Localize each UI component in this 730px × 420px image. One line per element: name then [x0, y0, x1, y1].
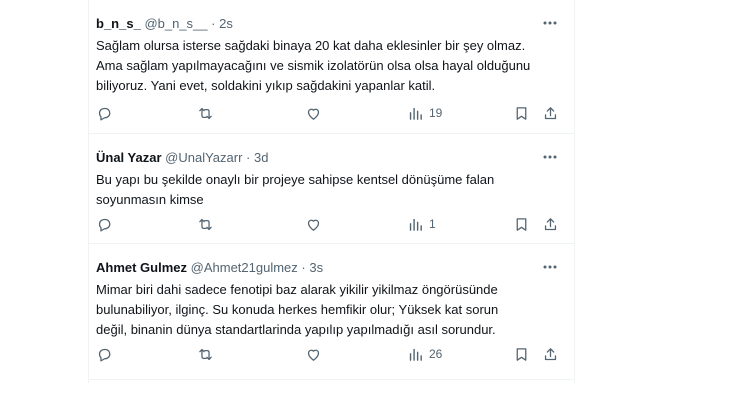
tweet-header: Ünal Yazar @UnalYazarr · 3d	[96, 149, 564, 167]
tweet-header: b_n_s_ @b_n_s__ · 2s	[96, 15, 564, 33]
reply-button[interactable]	[96, 214, 113, 234]
separator-dot: ·	[246, 150, 251, 165]
separator-dot: ·	[301, 260, 306, 275]
reply-icon	[98, 107, 111, 121]
bookmark-icon	[516, 347, 527, 361]
share-button[interactable]	[542, 344, 559, 364]
views-count: 1	[429, 217, 436, 231]
share-icon	[544, 106, 557, 119]
bookmark-button[interactable]	[513, 103, 530, 123]
tweet-actions: 26	[89, 344, 574, 364]
tweet-text: Mimar biri dahi sadece fenotipi baz alar…	[96, 282, 499, 337]
retweet-icon	[199, 218, 212, 230]
views-button[interactable]: 26	[407, 344, 442, 364]
tweet-text: Sağlam olursa isterse sağdaki binaya 20 …	[96, 38, 531, 93]
more-dots-icon[interactable]	[542, 16, 558, 30]
bookmark-icon	[516, 106, 527, 120]
tweet-card[interactable]: b_n_s_ @b_n_s__ · 2s Sağlam olursa ister…	[89, 0, 574, 134]
views-icon	[409, 107, 422, 120]
views-button[interactable]: 1	[407, 214, 436, 234]
tweet-header: Ahmet Gulmez @Ahmet21gulmez · 3s	[96, 259, 564, 277]
tweet-text: Bu yapı bu şekilde onaylı bir projeye sa…	[96, 172, 495, 207]
author-handle[interactable]: @UnalYazarr	[165, 150, 242, 165]
tweet-time[interactable]: 3d	[254, 150, 268, 165]
retweet-button[interactable]	[197, 103, 214, 123]
views-icon	[409, 218, 422, 231]
views-button[interactable]: 19	[407, 103, 442, 123]
bookmark-icon	[516, 217, 527, 231]
heart-icon	[307, 219, 320, 231]
bookmark-button[interactable]	[513, 344, 530, 364]
author-handle[interactable]: @b_n_s__	[144, 16, 207, 31]
retweet-button[interactable]	[197, 214, 214, 234]
share-button[interactable]	[542, 214, 559, 234]
reply-button[interactable]	[96, 344, 113, 364]
author-name[interactable]: Ahmet Gulmez	[96, 260, 187, 275]
heart-icon	[307, 349, 320, 361]
views-count: 19	[429, 106, 443, 120]
share-button[interactable]	[542, 103, 559, 123]
tweet-actions: 1	[89, 214, 574, 234]
share-icon	[544, 217, 557, 230]
reply-feed: b_n_s_ @b_n_s__ · 2s Sağlam olursa ister…	[88, 0, 575, 383]
retweet-button[interactable]	[197, 344, 214, 364]
reply-icon	[98, 218, 111, 232]
retweet-icon	[199, 107, 212, 119]
like-button[interactable]	[305, 103, 322, 123]
views-icon	[409, 348, 422, 361]
separator-dot: ·	[211, 16, 216, 31]
author-name[interactable]: Ünal Yazar	[96, 150, 162, 165]
tweet-card[interactable]: Ahmet Gulmez @Ahmet21gulmez · 3s Mimar b…	[89, 244, 574, 380]
views-count: 26	[429, 347, 443, 361]
author-name[interactable]: b_n_s_	[96, 16, 141, 31]
author-handle[interactable]: @Ahmet21gulmez	[191, 260, 298, 275]
tweet-time[interactable]: 2s	[219, 16, 233, 31]
share-icon	[544, 347, 557, 360]
like-button[interactable]	[305, 214, 322, 234]
bookmark-button[interactable]	[513, 214, 530, 234]
reply-button[interactable]	[96, 103, 113, 123]
heart-icon	[307, 108, 320, 120]
tweet-actions: 19	[89, 103, 574, 123]
reply-icon	[98, 348, 111, 362]
more-dots-icon[interactable]	[542, 260, 558, 274]
retweet-icon	[199, 348, 212, 360]
more-dots-icon[interactable]	[542, 150, 558, 164]
like-button[interactable]	[305, 344, 322, 364]
tweet-card[interactable]: Ünal Yazar @UnalYazarr · 3d Bu yapı bu ş…	[89, 134, 574, 244]
tweet-time[interactable]: 3s	[309, 260, 323, 275]
